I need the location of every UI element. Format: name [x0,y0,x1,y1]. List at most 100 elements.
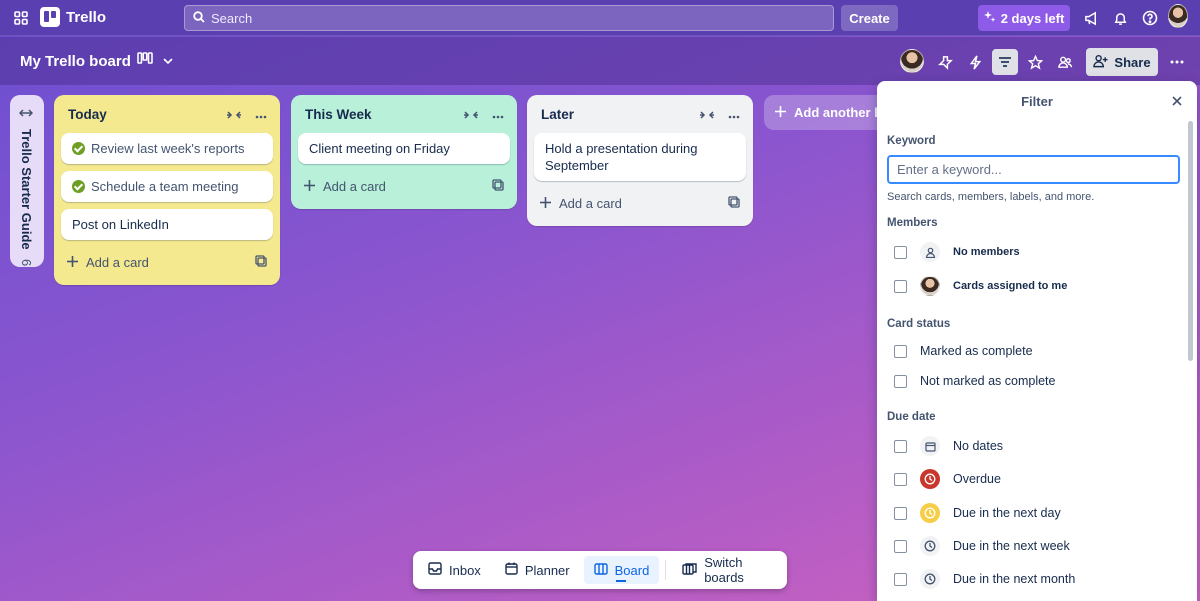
collapsed-list-count: 6 [19,259,34,267]
nav-inbox[interactable]: Inbox [418,556,491,584]
card[interactable]: Schedule a team meeting [61,171,273,202]
add-another-list-button[interactable]: Add another list [764,95,894,130]
search-box[interactable] [184,5,834,31]
keyword-input[interactable] [887,155,1180,184]
list-title[interactable]: Later [541,107,574,122]
more-menu-icon[interactable] [1164,49,1190,75]
list-menu-icon[interactable] [728,107,740,122]
list-title[interactable]: This Week [305,107,372,122]
calendar-icon [505,562,518,578]
help-icon[interactable] [1140,8,1160,28]
filter-due-next-week[interactable]: Due in the next week [894,533,1070,559]
add-card-button[interactable]: Add a card [67,255,149,270]
card-title: Review last week's reports [91,141,245,156]
add-card-label: Add a card [86,254,149,270]
nav-inbox-label: Inbox [449,562,481,578]
filter-no-dates[interactable]: No dates [894,433,1003,459]
app-switcher-icon[interactable] [10,7,32,29]
trial-days-left-button[interactable]: 2 days left [978,5,1070,31]
switch-boards-icon [682,562,697,578]
board-title[interactable]: My Trello board [20,53,131,70]
card[interactable]: Client meeting on Friday [298,133,510,164]
power-ups-icon[interactable] [932,49,958,75]
collapsed-list-name: Trello Starter Guide [19,129,34,250]
expand-arrows-icon[interactable] [18,105,34,120]
list-title[interactable]: Today [68,107,107,122]
notifications-bell-icon[interactable] [1110,8,1130,28]
card-status-heading: Card status [887,318,951,330]
share-button[interactable]: Share [1086,48,1158,76]
clock-icon [920,536,940,556]
automation-lightning-icon[interactable] [962,49,988,75]
checkbox[interactable] [894,374,907,388]
filter-marked-complete[interactable]: Marked as complete [894,338,1033,364]
complete-check-icon[interactable] [72,180,85,193]
filter-cards-assigned-to-me[interactable]: Cards assigned to me [894,273,1067,299]
card[interactable]: Hold a presentation during September [534,133,746,181]
card[interactable]: Review last week's reports [61,133,273,164]
filter-scrollbar[interactable] [1188,121,1193,361]
filter-option-label: Cards assigned to me [953,280,1068,292]
checkbox[interactable] [894,506,907,520]
bottom-navigation: Inbox Planner Board Switch boards [413,551,787,589]
create-from-template-icon[interactable] [255,254,267,270]
complete-check-icon[interactable] [72,142,85,155]
search-input[interactable] [211,10,811,26]
card[interactable]: Post on LinkedIn [61,209,273,240]
trello-logo[interactable]: Trello [40,7,106,27]
nav-divider [665,560,667,580]
filter-overdue[interactable]: Overdue [894,466,1001,492]
board-member-avatar[interactable] [899,48,925,74]
filter-not-marked-complete[interactable]: Not marked as complete [894,368,1055,394]
account-avatar[interactable] [1168,4,1188,28]
due-date-heading: Due date [887,411,936,423]
avatar [920,276,940,296]
filter-icon[interactable] [992,49,1018,75]
nav-switch-boards-label: Switch boards [704,555,744,585]
list-this-week: This Week Client meeting on Friday Add a… [291,95,517,209]
checkbox[interactable] [894,245,907,259]
filter-option-label: Due in the next day [953,506,1061,520]
collapse-list-icon[interactable] [464,107,478,122]
list-menu-icon[interactable] [255,107,267,122]
filter-option-label: Due in the next week [953,539,1070,553]
collapsed-list-trello-starter-guide[interactable]: Trello Starter Guide 6 [10,95,44,267]
add-card-button[interactable]: Add a card [304,179,386,194]
person-icon [920,242,940,262]
workspace-visibility-icon[interactable] [1052,49,1078,75]
create-from-template-icon[interactable] [492,178,504,194]
top-navigation-bar: Trello Create 2 days left [0,0,1200,36]
avatar [900,49,924,73]
checkbox[interactable] [894,439,907,453]
close-icon[interactable] [1169,93,1185,109]
list-menu-icon[interactable] [492,107,504,122]
checkbox[interactable] [894,539,907,553]
star-icon[interactable] [1022,49,1048,75]
checkbox[interactable] [894,344,907,358]
nav-switch-boards[interactable]: Switch boards [672,555,782,585]
create-button[interactable]: Create [841,5,898,31]
create-from-template-icon[interactable] [728,195,740,211]
nav-planner[interactable]: Planner [495,556,580,584]
megaphone-icon[interactable] [1081,8,1101,28]
add-card-row: Add a card [534,188,746,218]
filter-due-next-month[interactable]: Due in the next month [894,566,1075,592]
nav-planner-label: Planner [524,562,570,578]
add-card-label: Add a card [323,178,386,194]
checkbox[interactable] [894,279,907,293]
nav-board[interactable]: Board [583,556,660,584]
add-card-button[interactable]: Add a card [540,196,622,211]
filter-option-label: Overdue [953,472,1001,486]
collapse-list-icon[interactable] [227,107,241,122]
filter-due-next-day[interactable]: Due in the next day [894,500,1061,526]
checkbox[interactable] [894,572,907,586]
collapse-list-icon[interactable] [700,107,714,122]
checkbox[interactable] [894,472,907,486]
card-title: Post on LinkedIn [72,217,169,232]
filter-option-label: Marked as complete [920,344,1033,358]
filter-no-members[interactable]: No members [894,239,1020,265]
board-header: My Trello board Share [0,37,1200,85]
plus-icon [775,105,786,120]
board-view-switcher[interactable] [137,51,173,67]
plus-icon [304,179,315,194]
